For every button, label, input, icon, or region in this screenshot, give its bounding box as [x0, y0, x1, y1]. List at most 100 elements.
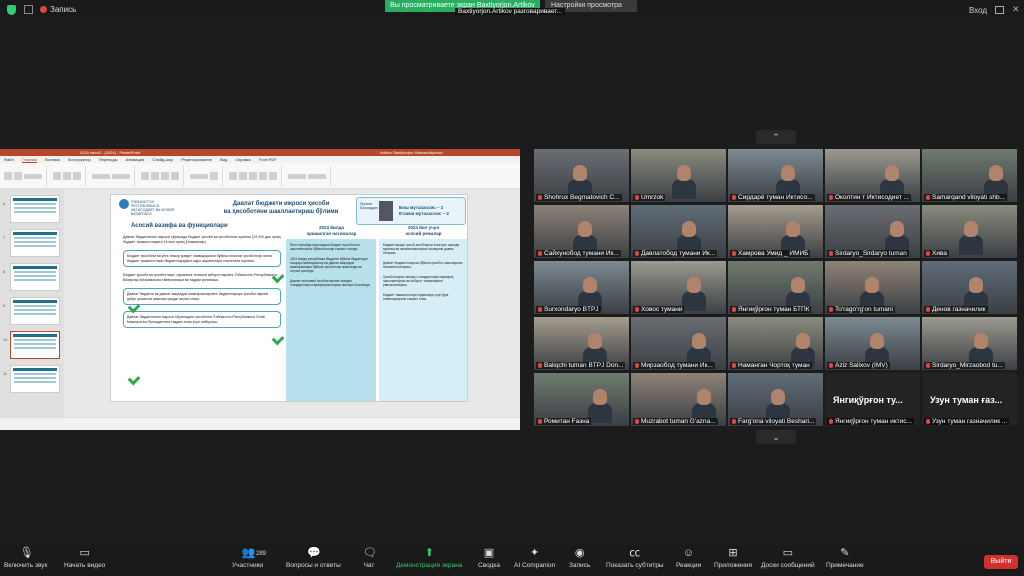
function-item: Давлат бюджетининг ижроси тўғрисидаги ҳи… — [123, 311, 281, 328]
ai-companion-button[interactable]: ✦ AI Companion — [514, 547, 555, 569]
participant-tile[interactable]: Farg'ona viloyati Beshari... — [728, 373, 823, 426]
person-silhouette — [959, 235, 983, 255]
ppt-tab: Рецензирование — [181, 157, 212, 162]
chat-button[interactable]: 🗨 Чат — [363, 547, 377, 569]
sparkle-icon: ✦ — [529, 547, 540, 559]
summary-button[interactable]: ▣ Сводка — [478, 547, 500, 569]
participant-tile[interactable]: Мирзаобод тумани Ик... — [631, 317, 726, 370]
participant-tile[interactable]: Muzrabot tuman G'azna... — [631, 373, 726, 426]
emblem-icon — [119, 199, 129, 209]
notes-button[interactable]: ✎ Примечание — [826, 547, 864, 569]
unmute-button[interactable]: 🎙 Включить звук — [4, 547, 47, 569]
participant-tile[interactable]: Surxondaryo BTPJ — [534, 261, 629, 314]
speaking-indicator: Baxtiyorjon.Artikov разговаривает... — [455, 8, 565, 15]
participant-tile[interactable]: Sirdaryo_Sirdaryo tuman — [825, 205, 920, 258]
ppt-tab: Вставка — [45, 157, 60, 162]
person-head — [969, 277, 983, 293]
grid-icon[interactable] — [24, 5, 33, 14]
mic-muted-icon — [829, 194, 833, 200]
participant-tile[interactable]: Узун туман ғаз... Узун туман газначилик .… — [922, 373, 1017, 426]
participant-tile[interactable]: To'rago'rg'on tumani — [825, 261, 920, 314]
notes-icon: ✎ — [840, 547, 850, 559]
participant-tile[interactable]: Околтин т Иктисодиет ... — [825, 149, 920, 202]
board-icon: ▭ — [782, 547, 794, 559]
mic-muted-icon — [926, 306, 930, 312]
leave-button[interactable]: Выйти — [984, 555, 1018, 569]
participant-tile[interactable]: Sirdaryo_Mirzaobod tu... — [922, 317, 1017, 370]
participant-name-text: Хамрова Умид _ ИМИБ — [738, 250, 809, 257]
gallery-down-button[interactable]: ⌄ — [756, 430, 796, 444]
ppt-title-bar: 2024 хисоб - (2024) - PowerPoint Artikov… — [0, 149, 520, 156]
ppt-user: Artikov Baxtiyorjon Mamasoliyevich — [380, 150, 443, 155]
mic-muted-icon — [732, 418, 736, 424]
participant-tile[interactable]: Ховос тумани — [631, 261, 726, 314]
participant-tile[interactable]: Aziz Salixov (IMV) — [825, 317, 920, 370]
slide-thumbnail[interactable] — [10, 297, 60, 325]
slide-thumbnail[interactable] — [10, 263, 60, 291]
participant-tile[interactable]: Янгиқўрғон туман БТПК — [728, 261, 823, 314]
participant-name: Сирдарё туман Иктисо... — [730, 194, 815, 201]
mic-muted-icon — [538, 362, 542, 368]
qa-button[interactable]: 💬 Вопросы и ответы — [286, 547, 341, 569]
function-item: Бюджет ҳисоби ва ҳисоботлари, ҳаракатга … — [123, 273, 277, 282]
participant-name: Ромитан Fазна — [536, 418, 592, 425]
close-icon[interactable]: ✕ — [1012, 4, 1020, 15]
mic-muted-icon — [538, 194, 542, 200]
participant-tile[interactable]: Хива — [922, 205, 1017, 258]
participant-tile[interactable]: Сайхунобод тумани Ик... — [534, 205, 629, 258]
fullscreen-icon[interactable] — [995, 6, 1004, 14]
captions-button[interactable]: ㏄ Показать субтитры — [606, 547, 664, 569]
qa-icon: 💬 — [307, 547, 322, 559]
person-head — [796, 333, 810, 349]
person-head — [573, 165, 587, 181]
slide-thumbnail[interactable] — [10, 365, 60, 393]
mic-muted-icon — [926, 194, 930, 200]
participant-tile[interactable]: Samarqand viloyati shb... — [922, 149, 1017, 202]
participant-tile[interactable]: Ромитан Fазна — [534, 373, 629, 426]
person-head — [781, 165, 795, 181]
participant-name: Янгиқўрғон туман иктис... — [827, 418, 914, 425]
participant-tile[interactable]: Сирдарё туман Иктисо... — [728, 149, 823, 202]
share-screen-button[interactable]: ⬆ Демонстрация экрана — [396, 547, 462, 569]
ppt-tab: Справка — [235, 157, 251, 162]
participant-name: Наманган Чортоқ туман — [730, 362, 812, 369]
participant-tile[interactable]: Baliqchi tuman BTPJ Don... — [534, 317, 629, 370]
start-video-button[interactable]: ▭ Начать видео — [64, 547, 105, 569]
shield-icon[interactable] — [7, 5, 16, 15]
exit-fullscreen-button[interactable]: Вход — [969, 6, 987, 15]
mic-muted-icon — [635, 194, 639, 200]
participant-name: Хива — [924, 250, 949, 257]
participant-name-text: Surxondaryo BTPJ — [544, 306, 599, 313]
mic-muted-icon — [926, 418, 930, 424]
participant-tile[interactable]: Хамрова Умид _ ИМИБ — [728, 205, 823, 258]
current-slide: ЎЗБЕКИСТОН РЕСПУБЛИКАСИ ИҚТИСОДИЁТ ВА МО… — [110, 194, 468, 402]
gallery-up-button[interactable]: ⌃ — [756, 130, 796, 144]
record-button[interactable]: ◉ Запись — [569, 547, 590, 569]
boards-button[interactable]: ▭ Доски сообщений — [761, 547, 815, 569]
top-bar: Запись Вы просматриваете экран Baxtiyorj… — [0, 0, 1024, 20]
slide-thumbnail-selected[interactable] — [10, 331, 60, 359]
plan-item: Ҳисоботларни халқаро стандартларга мувоф… — [383, 275, 454, 287]
person-silhouette — [672, 179, 696, 199]
slide-thumbnail[interactable] — [10, 229, 60, 257]
participant-tile[interactable]: Янгиқўрғон ту... Янгиқўрғон туман иктис..… — [825, 373, 920, 426]
participant-tile[interactable]: Давлатобод тумани Ик... — [631, 205, 726, 258]
participant-tile[interactable]: Shohrux Begmatovich C... — [534, 149, 629, 202]
person-head — [687, 277, 701, 293]
person-head — [682, 221, 696, 237]
person-head — [964, 221, 978, 237]
participant-display-name: Узун туман ғаз... — [930, 395, 1003, 405]
participants-icon: 👥 — [241, 547, 256, 559]
person-head — [771, 389, 785, 405]
slide-thumbnail[interactable] — [10, 195, 60, 223]
apps-button[interactable]: ⊞ Приложения — [714, 547, 752, 569]
participant-tile[interactable]: Наманган Чортоқ туман — [728, 317, 823, 370]
participant-tile[interactable]: Денов газначилик — [922, 261, 1017, 314]
result-item: Янги тартибда ижросидаги бюджет ҳисоботи… — [290, 243, 360, 251]
person-head — [697, 389, 711, 405]
reactions-button[interactable]: ☺ Реакции — [676, 547, 701, 569]
summary-icon: ▣ — [483, 547, 495, 559]
participant-name: Мирзаобод тумани Ик... — [633, 362, 715, 369]
participant-tile[interactable]: Umrzok — [631, 149, 726, 202]
participant-name-text: Ховос тумани — [641, 306, 683, 313]
